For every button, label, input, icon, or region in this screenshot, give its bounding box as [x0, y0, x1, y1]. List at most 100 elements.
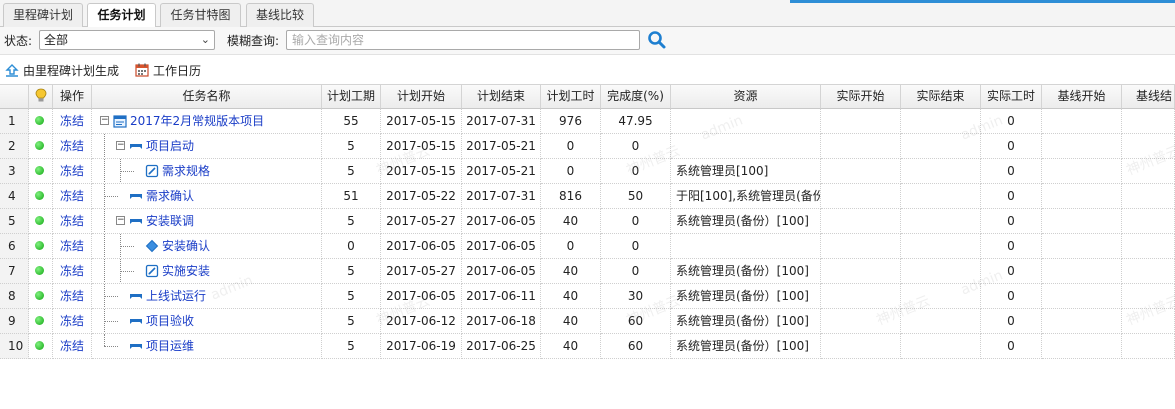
task-name-link[interactable]: 项目验收 [146, 309, 194, 333]
header-actual-end[interactable]: 实际结束 [901, 84, 981, 109]
freeze-link[interactable]: 冻结 [60, 339, 84, 353]
cell-progress: 60 [601, 334, 671, 359]
table-row[interactable]: 8 冻结 上线试运行 5 2017-06-05 2017-06-11 40 30 系统管理员(备… [0, 284, 1175, 309]
cell-actual-start [821, 234, 901, 259]
tab-task-gantt[interactable]: 任务甘特图 [160, 3, 241, 27]
freeze-link[interactable]: 冻结 [60, 114, 84, 128]
status-cell [29, 159, 53, 184]
header-baseline-end[interactable]: 基线结 [1122, 84, 1175, 109]
freeze-link[interactable]: 冻结 [60, 264, 84, 278]
status-cell [29, 234, 53, 259]
header-planned-start[interactable]: 计划开始 [381, 84, 462, 109]
cell-actual-end [901, 109, 981, 134]
table-row[interactable]: 4 冻结 需求确认 51 2017-05-22 2017-07-31 816 50 于阳[100… [0, 184, 1175, 209]
collapse-toggle-icon[interactable]: − [100, 116, 109, 125]
tree-line [104, 259, 105, 283]
tab-task-plan[interactable]: 任务计划 [87, 3, 156, 28]
header-planned-duration[interactable]: 计划工期 [322, 84, 381, 109]
cell-planned-end: 2017-06-05 [462, 209, 541, 234]
tab-baseline-compare[interactable]: 基线比较 [246, 3, 314, 27]
table-row[interactable]: 10 冻结 项目运维 5 2017-06-19 2017-06-25 40 60 系统管理员(备… [0, 334, 1175, 359]
status-green-dot-icon [35, 316, 44, 325]
task-name-link[interactable]: 需求确认 [146, 184, 194, 208]
table-row[interactable]: 3 冻结 需求规格 5 2017-05-15 2017-05-21 0 0 系统管理员[100]… [0, 159, 1175, 184]
table-row[interactable]: 6 冻结 安装确认 0 2017-06-05 2017-06-05 0 0 0 [0, 234, 1175, 259]
search-icon[interactable] [647, 30, 667, 50]
header-progress[interactable]: 完成度(%) [601, 84, 671, 109]
tab-milestone-plan[interactable]: 里程碑计划 [3, 3, 83, 27]
header-planned-hours[interactable]: 计划工时 [541, 84, 601, 109]
freeze-link[interactable]: 冻结 [60, 139, 84, 153]
task-name-link[interactable]: 安装联调 [146, 209, 194, 233]
status-green-dot-icon [35, 291, 44, 300]
task-name-link[interactable]: 项目运维 [146, 334, 194, 358]
freeze-link[interactable]: 冻结 [60, 314, 84, 328]
freeze-link[interactable]: 冻结 [60, 189, 84, 203]
cell-planned-start: 2017-06-12 [381, 309, 462, 334]
cell-planned-hours: 0 [541, 234, 601, 259]
table-row[interactable]: 9 冻结 项目验收 5 2017-06-12 2017-06-18 40 60 系统管理员(备份… [0, 309, 1175, 334]
generate-from-milestone-button[interactable]: 由里程碑计划生成 [5, 61, 119, 79]
cell-planned-hours: 40 [541, 259, 601, 284]
freeze-link[interactable]: 冻结 [60, 214, 84, 228]
status-cell [29, 184, 53, 209]
cell-actual-start [821, 209, 901, 234]
freeze-link[interactable]: 冻结 [60, 164, 84, 178]
cell-baseline-end [1122, 234, 1175, 259]
cell-planned-end: 2017-06-18 [462, 309, 541, 334]
task-name-link[interactable]: 安装确认 [162, 234, 210, 258]
cell-planned-end: 2017-06-05 [462, 259, 541, 284]
freeze-link[interactable]: 冻结 [60, 289, 84, 303]
table-row[interactable]: 2 冻结 − 项目启动 5 2017-05-15 2017-05-21 0 0 0 [0, 134, 1175, 159]
work-calendar-button[interactable]: 工作日历 [135, 61, 201, 79]
tree-line [120, 271, 134, 272]
cell-planned-end: 2017-07-31 [462, 109, 541, 134]
summary-task-icon [130, 194, 142, 199]
header-planned-end[interactable]: 计划结束 [462, 84, 541, 109]
cell-baseline-start [1042, 159, 1122, 184]
header-actual-start[interactable]: 实际开始 [821, 84, 901, 109]
task-name-link[interactable]: 2017年2月常规版本项目 [130, 109, 264, 133]
status-green-dot-icon [35, 141, 44, 150]
status-select[interactable]: 全部 ⌄ [39, 30, 215, 50]
cell-planned-hours: 40 [541, 284, 601, 309]
project-icon [113, 115, 127, 128]
task-name-cell: 安装确认 [92, 234, 322, 259]
header-actual-hours[interactable]: 实际工时 [981, 84, 1042, 109]
table-row[interactable]: 7 冻结 实施安装 5 2017-05-27 2017-06-05 40 0 系统管理员(备份）… [0, 259, 1175, 284]
cell-resource: 系统管理员(备份）[100] [671, 284, 821, 309]
task-name-link[interactable]: 上线试运行 [146, 284, 206, 308]
header-task-name[interactable]: 任务名称 [92, 84, 322, 109]
work-calendar-label: 工作日历 [153, 63, 202, 78]
task-name-link[interactable]: 项目启动 [146, 134, 194, 158]
cell-actual-hours: 0 [981, 259, 1042, 284]
task-name-cell: 项目验收 [92, 309, 322, 334]
status-green-dot-icon [35, 216, 44, 225]
tree-line [104, 134, 105, 158]
cell-planned-hours: 976 [541, 109, 601, 134]
cell-baseline-end [1122, 184, 1175, 209]
collapse-toggle-icon[interactable]: − [116, 141, 125, 150]
cell-actual-hours: 0 [981, 209, 1042, 234]
cell-planned-end: 2017-07-31 [462, 184, 541, 209]
status-cell [29, 134, 53, 159]
collapse-toggle-icon[interactable]: − [116, 216, 125, 225]
generate-icon [5, 64, 19, 77]
freeze-link[interactable]: 冻结 [60, 239, 84, 253]
cell-baseline-end [1122, 309, 1175, 334]
header-resource[interactable]: 资源 [671, 84, 821, 109]
task-name-link[interactable]: 需求规格 [162, 159, 210, 183]
cell-planned-duration: 0 [322, 234, 381, 259]
task-name-cell: 项目运维 [92, 334, 322, 359]
cell-actual-end [901, 284, 981, 309]
cell-actual-start [821, 109, 901, 134]
cell-actual-hours: 0 [981, 234, 1042, 259]
task-name-link[interactable]: 实施安装 [162, 259, 210, 283]
cell-planned-hours: 0 [541, 159, 601, 184]
status-cell [29, 284, 53, 309]
search-input[interactable] [286, 30, 640, 50]
header-baseline-start[interactable]: 基线开始 [1042, 84, 1122, 109]
table-row[interactable]: 5 冻结 − 安装联调 5 2017-05-27 2017-06-05 40 0 系统管理员(备份… [0, 209, 1175, 234]
table-row[interactable]: 1 冻结 − 2017年2月常规版本项目 55 2017-05-15 2017-07-31 9… [0, 109, 1175, 134]
cell-actual-start [821, 159, 901, 184]
